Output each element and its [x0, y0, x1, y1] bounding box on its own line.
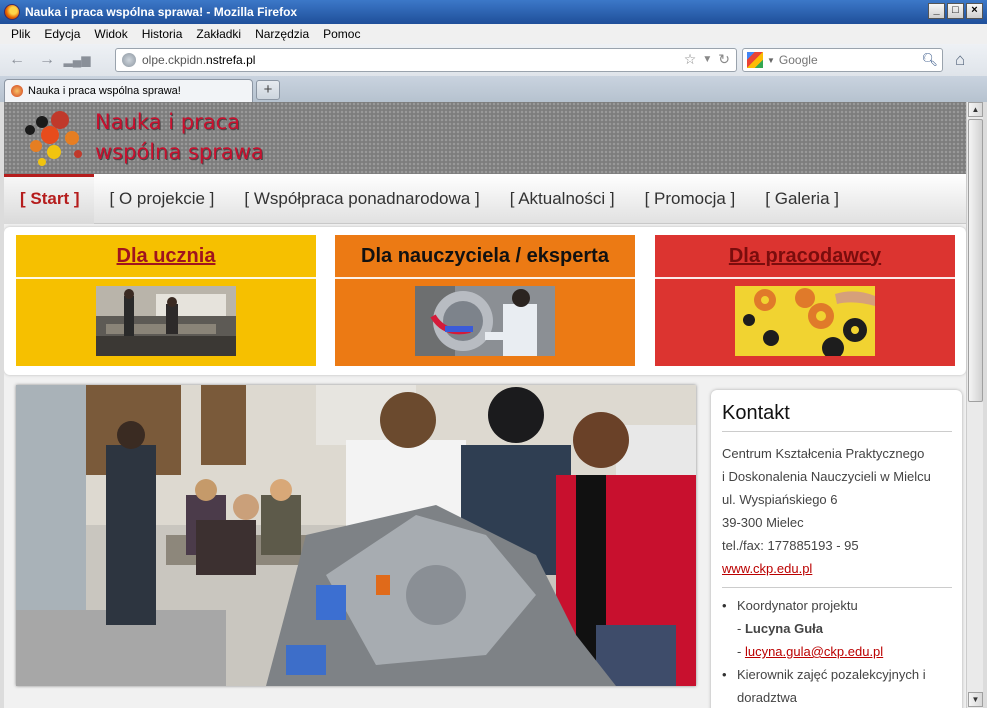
coordinator-label: Koordynator projektu	[722, 594, 952, 617]
favicon-icon	[11, 85, 23, 97]
page-scrollbar[interactable]: ▲ ▼	[966, 102, 983, 708]
tab-strip: Nauka i praca wspólna sprawa! +	[0, 76, 987, 102]
main-navigation: [ Start ] [ O projekcie ] [ Współpraca p…	[4, 173, 966, 224]
category-teacher[interactable]: Dla nauczyciela / eksperta	[335, 235, 635, 366]
coordinator-email-link[interactable]: lucyna.gula@ckp.edu.pl	[745, 644, 883, 659]
nav-aktualnosci[interactable]: [ Aktualności ]	[494, 174, 629, 224]
window-title: Nauka i praca wspólna sprawa! - Mozilla …	[25, 5, 298, 19]
back-icon[interactable]: ←	[4, 47, 30, 73]
bookmark-star-icon[interactable]: ☆	[684, 51, 697, 69]
search-input[interactable]	[778, 53, 929, 67]
main-photo[interactable]	[16, 385, 696, 686]
coordinator-name: Lucyna Guła	[744, 621, 823, 636]
globe-icon	[122, 53, 136, 67]
navigation-toolbar: ← → ▂▄▆ olpe.ckpidn.nstrefa.pl ☆ ▼ ↻ ▼ 🔍…	[0, 44, 987, 76]
menu-bar: Plik Edycja Widok Historia Zakładki Narz…	[0, 24, 987, 44]
menu-help[interactable]: Pomoc	[318, 27, 365, 41]
contact-box: Kontakt Centrum Kształcenia Praktycznego…	[711, 390, 962, 708]
contact-line: tel./fax: 177885193 - 95	[722, 538, 859, 553]
manager-label: Kierownik zajęć pozalekcyjnych i doradzt…	[722, 663, 952, 708]
nav-o-projekcie[interactable]: [ O projekcie ]	[94, 174, 229, 224]
contact-line: Centrum Kształcenia Praktycznego	[722, 446, 925, 461]
home-icon[interactable]: ⌂	[955, 50, 965, 70]
coordinator-email-row: - lucyna.gula@ckp.edu.pl	[737, 644, 884, 659]
menu-tools[interactable]: Narzędzia	[250, 27, 314, 41]
firefox-icon	[4, 4, 20, 20]
forward-icon[interactable]: →	[34, 47, 60, 73]
contact-line: 39-300 Mielec	[722, 515, 804, 530]
url-bar[interactable]: olpe.ckpidn.nstrefa.pl ☆ ▼ ↻	[115, 48, 737, 72]
site-title[interactable]: Nauka i praca wspólna sprawa	[95, 107, 264, 167]
menu-edit[interactable]: Edycja	[39, 27, 85, 41]
nav-promocja[interactable]: [ Promocja ]	[629, 174, 750, 224]
reload-icon[interactable]: ↻	[718, 51, 730, 69]
category-employer-heading[interactable]: Dla pracodawcy	[655, 235, 955, 279]
contact-line: ul. Wyspiańskiego 6	[722, 492, 838, 507]
tab-title: Nauka i praca wspólna sprawa!	[28, 85, 181, 97]
coordinator-name-row: - Lucyna Guła	[737, 621, 823, 636]
contact-divider	[722, 587, 952, 588]
menu-file[interactable]: Plik	[6, 27, 35, 41]
new-tab-button[interactable]: +	[256, 80, 280, 100]
page-viewport[interactable]: Nauka i praca wspólna sprawa [ Start ] […	[4, 102, 966, 708]
contact-heading: Kontakt	[722, 402, 952, 432]
site-logo-icon[interactable]	[20, 108, 88, 168]
category-teacher-heading[interactable]: Dla nauczyciela / eksperta	[335, 235, 635, 279]
scrollbar-thumb[interactable]	[968, 119, 983, 402]
site-header: Nauka i praca wspólna sprawa	[4, 102, 966, 174]
search-engine-dropdown-icon[interactable]: ▼	[767, 56, 775, 65]
contact-line: i Doskonalenia Nauczycieli w Mielcu	[722, 469, 931, 484]
maximize-button[interactable]: □	[947, 3, 964, 19]
menu-view[interactable]: Widok	[89, 27, 132, 41]
employer-photo[interactable]	[735, 286, 875, 356]
close-button[interactable]: ×	[966, 3, 983, 19]
menu-bookmarks[interactable]: Zakładki	[191, 27, 246, 41]
menu-history[interactable]: Historia	[137, 27, 188, 41]
category-student-heading[interactable]: Dla ucznia	[16, 235, 316, 279]
category-employer-link[interactable]: Dla pracodawcy	[729, 245, 881, 268]
category-student[interactable]: Dla ucznia	[16, 235, 316, 366]
dropdown-icon[interactable]: ▼	[702, 51, 712, 69]
google-icon[interactable]	[747, 52, 763, 68]
student-photo[interactable]	[96, 286, 236, 356]
category-panel: Dla ucznia Dla nauczyciela / eksperta Dl…	[4, 227, 966, 375]
search-bar[interactable]: ▼ 🔍︎	[742, 48, 943, 72]
minimize-button[interactable]: _	[928, 3, 945, 19]
scroll-up-icon[interactable]: ▲	[968, 102, 983, 117]
url-text: olpe.ckpidn.nstrefa.pl	[142, 53, 256, 67]
teacher-photo[interactable]	[415, 286, 555, 356]
nav-wspolpraca[interactable]: [ Współpraca ponadnarodowa ]	[228, 174, 493, 224]
scroll-down-icon[interactable]: ▼	[968, 692, 983, 707]
connection-icon[interactable]: ▂▄▆	[64, 47, 91, 73]
search-icon[interactable]: 🔍︎	[921, 52, 938, 68]
contact-website-link[interactable]: www.ckp.edu.pl	[722, 561, 812, 576]
window-titlebar: Nauka i praca wspólna sprawa! - Mozilla …	[0, 0, 987, 24]
category-employer[interactable]: Dla pracodawcy	[655, 235, 955, 366]
nav-start[interactable]: [ Start ]	[4, 173, 94, 224]
category-student-link[interactable]: Dla ucznia	[117, 245, 216, 268]
nav-galeria[interactable]: [ Galeria ]	[749, 174, 853, 224]
tab-active[interactable]: Nauka i praca wspólna sprawa!	[4, 79, 253, 102]
